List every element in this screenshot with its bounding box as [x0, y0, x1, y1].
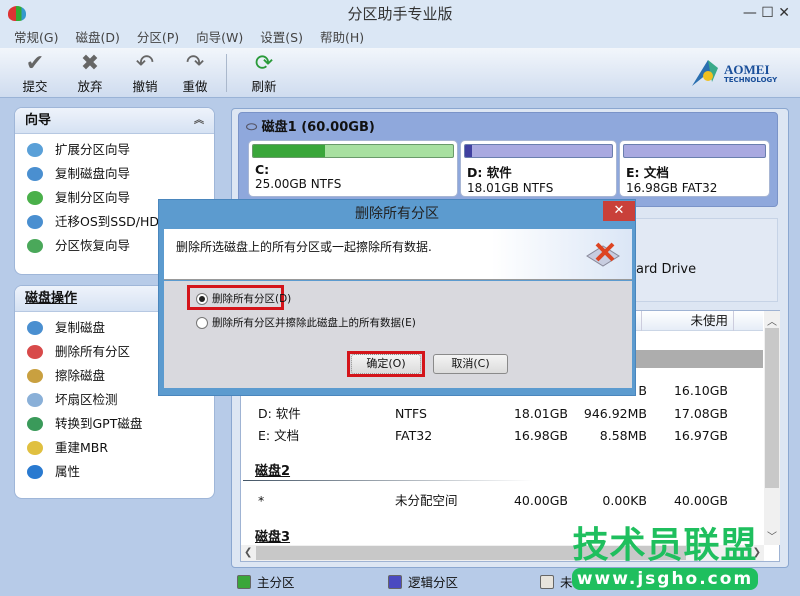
sidebar-item[interactable]: 转换到GPT磁盘 — [15, 412, 214, 436]
menu-wizard[interactable]: 向导(W) — [196, 28, 243, 48]
delete-disk-icon — [585, 240, 621, 268]
redo-button[interactable]: ↷ 重做 — [172, 52, 218, 95]
convert-gpt-icon — [27, 417, 43, 431]
window-controls[interactable]: — ☐ ✕ — [743, 0, 790, 28]
bad-sector-icon — [27, 393, 43, 407]
sidebar-item[interactable]: 复制磁盘向导 — [15, 162, 214, 186]
table-row[interactable]: E: 文档 FAT32 16.98GB 8.58MB 16.97GB — [241, 426, 763, 446]
sidebar-item-label: 重建MBR — [55, 440, 109, 455]
partition-c[interactable]: C: 25.00GB NTFS — [248, 140, 458, 197]
copy-disk-icon — [27, 321, 43, 335]
toolbar-divider — [226, 54, 227, 92]
option-delete-partitions[interactable]: 删除所有分区(D) — [196, 291, 291, 306]
menu-disk[interactable]: 磁盘(D) — [75, 28, 119, 48]
close-icon: ✕ — [613, 203, 625, 218]
legend-unallocated: 未 — [540, 572, 573, 591]
menu-settings[interactable]: 设置(S) — [260, 28, 303, 48]
menu-general[interactable]: 常规(G) — [14, 28, 58, 48]
partition-recovery-icon — [27, 239, 43, 253]
undo-icon: ↶ — [135, 51, 155, 76]
delete-partitions-icon — [27, 345, 43, 359]
dialog-close-button[interactable]: ✕ — [603, 201, 635, 221]
disk-info-text: ard Drive — [636, 262, 697, 277]
aomei-logo: AOMEI TECHNOLOGY — [690, 58, 780, 88]
undo-button[interactable]: ↶ 撤销 — [122, 52, 168, 95]
sidebar-item[interactable]: 重建MBR — [15, 436, 214, 460]
wipe-disk-icon — [27, 369, 43, 383]
sidebar-item-label: 转换到GPT磁盘 — [55, 416, 143, 431]
properties-icon — [27, 465, 43, 479]
sidebar-item[interactable]: 扩展分区向导 — [15, 138, 214, 162]
disk-icon: ⬭ — [246, 120, 262, 135]
check-icon: ✔ — [25, 51, 45, 76]
discard-button[interactable]: ✖ 放弃 — [67, 52, 113, 95]
wizard-panel-header[interactable]: 向导 ︽ — [15, 108, 214, 134]
vertical-scroll-thumb[interactable] — [765, 328, 779, 488]
sidebar-item-label: 复制磁盘向导 — [55, 166, 131, 181]
sidebar-item-label: 擦除磁盘 — [55, 368, 106, 383]
migrate-os-icon — [27, 215, 43, 229]
refresh-icon: ⟳ — [254, 51, 274, 76]
menu-bar: 常规(G) 磁盘(D) 分区(P) 向导(W) 设置(S) 帮助(H) — [0, 28, 800, 48]
swatch — [540, 574, 554, 589]
divider — [243, 480, 533, 481]
radio-selected[interactable] — [196, 292, 208, 305]
sidebar-item-label: 迁移OS到SSD/HDD — [55, 214, 169, 229]
legend-primary: 主分区 — [237, 572, 295, 591]
usage-bar — [465, 145, 473, 157]
table-row[interactable]: D: 软件 NTFS 18.01GB 946.92MB 17.08GB — [241, 404, 763, 424]
copy-disk-icon — [27, 167, 43, 181]
table-row[interactable]: * 未分配空间 40.00GB 0.00KB 40.00GB — [241, 491, 763, 511]
watermark: 技术员联盟 www.jsgho.com — [572, 525, 758, 590]
toolbar: ✔ 提交 ✖ 放弃 ↶ 撤销 ↷ 重做 ⟳ 刷新 — [0, 48, 800, 98]
sidebar-item-label: 复制分区向导 — [55, 190, 131, 205]
x-icon: ✖ — [80, 51, 100, 76]
rebuild-mbr-icon — [27, 441, 43, 455]
sidebar-item-label: 扩展分区向导 — [55, 142, 131, 157]
disk3-heading[interactable]: 磁盘3 — [255, 526, 290, 545]
legend-logical: 逻辑分区 — [388, 572, 458, 591]
menu-help[interactable]: 帮助(H) — [320, 28, 364, 48]
copy-partition-icon — [27, 191, 43, 205]
option-delete-and-wipe[interactable]: 删除所有分区并擦除此磁盘上的所有数据(E) — [196, 315, 416, 330]
app-icon — [8, 6, 26, 21]
partition-d[interactable]: D: 软件 18.01GB NTFS — [460, 140, 617, 197]
disk1-title: ⬭ 磁盘1 (60.00GB) — [246, 120, 375, 135]
partition-e[interactable]: E: 文档 16.98GB FAT32 — [619, 140, 770, 197]
sidebar-item-label: 属性 — [55, 464, 81, 479]
title-bar: 分区助手专业版 — [0, 0, 800, 28]
sidebar-item-label: 分区恢复向导 — [55, 238, 131, 253]
swatch — [388, 574, 402, 589]
menu-partition[interactable]: 分区(P) — [137, 28, 179, 48]
sidebar-item-label: 坏扇区检测 — [55, 392, 118, 407]
sidebar-item-label: 删除所有分区 — [55, 344, 131, 359]
dialog-title: 删除所有分区 — [355, 206, 439, 222]
sidebar-item-label: 复制磁盘 — [55, 320, 106, 335]
cancel-button[interactable]: 取消(C) — [433, 354, 508, 374]
redo-icon: ↷ — [185, 51, 205, 76]
window-title: 分区助手专业版 — [347, 5, 453, 23]
collapse-icon[interactable]: ︽ — [194, 108, 204, 134]
sidebar-item[interactable]: 属性 — [15, 460, 214, 484]
ok-button[interactable]: 确定(O) — [351, 354, 421, 374]
disk2-heading[interactable]: 磁盘2 — [255, 460, 290, 479]
swatch — [237, 574, 251, 589]
extend-partition-icon — [27, 143, 43, 157]
dialog-message: 删除所选磁盘上的所有分区或一起擦除所有数据. — [176, 240, 432, 254]
radio-unselected[interactable] — [196, 316, 208, 329]
commit-button[interactable]: ✔ 提交 — [12, 52, 58, 95]
column-unused[interactable]: 未使用 — [690, 311, 728, 331]
refresh-button[interactable]: ⟳ 刷新 — [241, 52, 287, 95]
usage-bar — [253, 145, 325, 157]
